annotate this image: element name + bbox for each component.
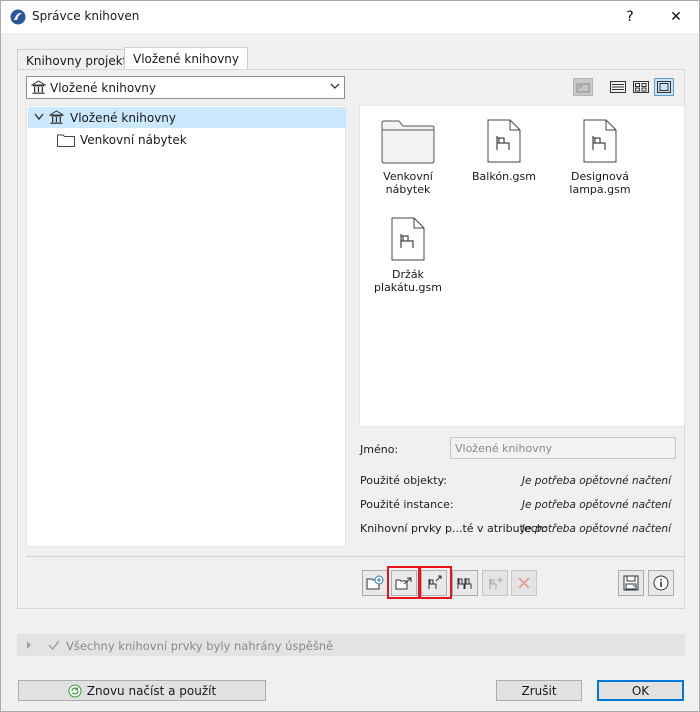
object-file-icon — [487, 119, 521, 163]
expand-arrow-icon[interactable] — [26, 641, 32, 649]
tab-embedded-libraries[interactable]: Vložené knihovny — [124, 47, 249, 71]
help-button[interactable]: ? — [607, 1, 653, 33]
grid-item-design-lamp[interactable]: Designová lampa.gsm — [552, 118, 648, 196]
check-icon — [48, 640, 60, 651]
ok-button[interactable]: OK — [597, 680, 684, 701]
chevron-down-icon[interactable] — [34, 113, 44, 121]
library-combo[interactable]: Vložené knihovny — [26, 76, 345, 99]
grid-item-label: Venkovní — [383, 170, 433, 183]
add-library-button[interactable] — [362, 570, 388, 596]
combo-value: Vložené knihovny — [50, 81, 157, 95]
grid-item-label: nábytek — [385, 183, 431, 196]
title-bar: Správce knihoven ? ✕ — [1, 1, 699, 33]
highlight-export-folder — [387, 566, 420, 599]
folder-icon — [381, 120, 435, 164]
up-folder-button — [573, 78, 593, 96]
name-label: Jméno: — [360, 443, 399, 456]
save-button[interactable] — [618, 570, 644, 596]
library-items-grid[interactable]: Venkovní nábytek Balkón.gsm Designová la… — [359, 105, 685, 427]
library-icon — [49, 110, 64, 124]
list-view-icon — [610, 81, 626, 93]
object-add-icon — [489, 577, 503, 589]
grid-item-label: Držák — [392, 268, 424, 281]
window-title: Správce knihoven — [32, 9, 140, 23]
library-manager-dialog: Správce knihoven ? ✕ Knihovny projektu V… — [0, 0, 700, 712]
folder-add-icon — [366, 575, 384, 590]
up-folder-icon — [576, 83, 590, 93]
large-icons-view-button[interactable] — [654, 78, 674, 96]
list-view-button[interactable] — [608, 78, 628, 96]
library-tree[interactable]: Vložené knihovny Venkovní nábytek — [26, 105, 346, 547]
cancel-button[interactable]: Zrušit — [496, 680, 582, 701]
used-objects-label: Použité objekty: — [360, 474, 447, 487]
reload-and-apply-button[interactable]: Znovu načíst a použít — [18, 680, 266, 701]
tree-item-label: Vložené knihovny — [70, 111, 177, 125]
reload-icon — [68, 684, 82, 697]
duplicate-objects-button[interactable] — [452, 570, 478, 596]
chevron-down-icon — [330, 83, 340, 89]
large-icon-view-icon — [657, 81, 671, 93]
save-icon — [623, 575, 639, 591]
grid-item-label: Designová — [571, 170, 629, 183]
info-icon — [653, 575, 669, 591]
status-bar[interactable]: Všechny knihovní prvky byly nahrány úspě… — [17, 634, 685, 656]
used-objects-value: Je potřeba opětovné načtení — [521, 475, 671, 487]
library-icon — [31, 80, 46, 94]
object-file-icon — [583, 119, 617, 163]
object-file-icon — [391, 217, 425, 261]
highlight-export-object — [419, 566, 452, 599]
folder-icon — [57, 134, 75, 147]
reload-label: Znovu načíst a použít — [86, 683, 217, 698]
close-button[interactable]: ✕ — [653, 1, 699, 33]
delete-button — [511, 570, 537, 596]
used-instances-label: Použité instance: — [360, 498, 454, 511]
small-icons-view-button[interactable] — [631, 78, 651, 96]
add-object-button — [482, 570, 508, 596]
info-button[interactable] — [648, 570, 674, 596]
used-instances-value: Je potřeba opětovné načtení — [521, 499, 671, 511]
grid-view-icon — [633, 81, 649, 93]
objects-icon — [457, 578, 472, 589]
grid-item-label: lampa.gsm — [569, 183, 631, 196]
grid-item-poster-holder[interactable]: Držák plakátu.gsm — [360, 216, 456, 294]
status-message: Všechny knihovní prvky byly nahrány úspě… — [66, 639, 334, 653]
grid-item-folder[interactable]: Venkovní nábytek — [360, 120, 456, 196]
name-field: Vložené knihovny — [450, 437, 676, 459]
grid-item-label: plakátu.gsm — [374, 281, 442, 294]
attribute-items-label: Knihovní prvky p...té v atributech: — [360, 522, 548, 535]
tree-item-outdoor-furniture[interactable]: Venkovní nábytek — [28, 129, 346, 150]
tree-item-embedded-libraries[interactable]: Vložené knihovny — [28, 107, 346, 128]
grid-item-label: Balkón.gsm — [472, 170, 536, 183]
tree-item-label: Venkovní nábytek — [80, 133, 187, 147]
attribute-items-value: Je potřeba opětovné načtení — [521, 523, 671, 535]
delete-icon — [518, 577, 530, 589]
separator — [26, 556, 685, 557]
archicad-logo-icon — [10, 9, 26, 25]
grid-item-balcony[interactable]: Balkón.gsm — [456, 118, 552, 183]
